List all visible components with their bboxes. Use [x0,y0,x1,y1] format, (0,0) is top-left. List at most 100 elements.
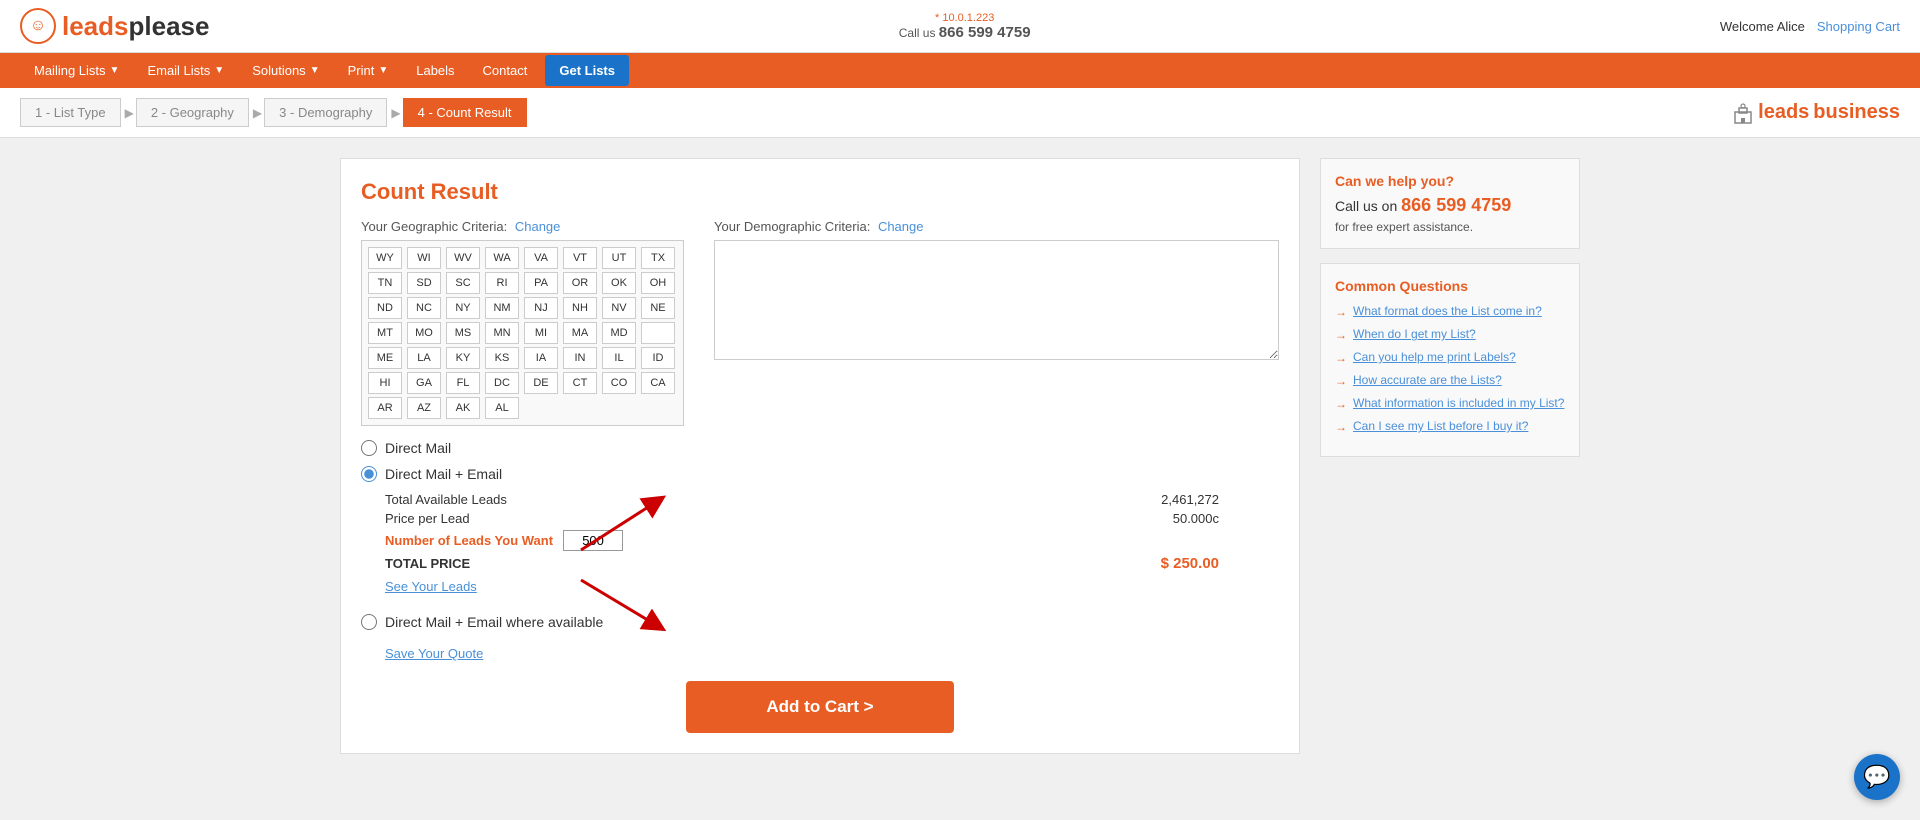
see-leads-link[interactable]: See Your Leads [385,579,477,594]
breadcrumb-step-3[interactable]: 3 - Demography [264,98,387,127]
logo-area: ☺ leadsplease [20,8,209,44]
help-call-text: Call us on [1335,198,1397,214]
state-cell-VT[interactable]: VT [563,247,597,269]
num-leads-input[interactable] [563,530,623,551]
nav-email-lists[interactable]: Email Lists ▼ [133,53,238,88]
state-cell-MN[interactable]: MN [485,322,519,344]
state-cell-TX[interactable]: TX [641,247,675,269]
state-cell-WA[interactable]: WA [485,247,519,269]
faq-item-5[interactable]: → Can I see my List before I buy it? [1335,419,1565,434]
state-cell-CA[interactable]: CA [641,372,675,394]
state-cell-WY[interactable]: WY [368,247,402,269]
call-info: Call us 866 599 4759 [899,24,1031,41]
nav-get-lists[interactable]: Get Lists [545,55,629,86]
faq-link-5[interactable]: Can I see my List before I buy it? [1353,419,1528,433]
state-cell-HI[interactable]: HI [368,372,402,394]
state-cell-NY[interactable]: NY [446,297,480,319]
total-price-value: $ 250.00 [1161,555,1219,572]
state-cell-VA[interactable]: VA [524,247,558,269]
state-cell-SD[interactable]: SD [407,272,441,294]
breadcrumb-step-1[interactable]: 1 - List Type [20,98,121,127]
state-cell-SC[interactable]: SC [446,272,480,294]
state-cell-ND[interactable]: ND [368,297,402,319]
geo-change-link[interactable]: Change [515,219,561,234]
add-to-cart-button[interactable]: Add to Cart > [686,681,953,733]
state-cell-CO[interactable]: CO [602,372,636,394]
state-cell-OR[interactable]: OR [563,272,597,294]
label-direct-mail-email-avail[interactable]: Direct Mail + Email where available [385,614,603,630]
state-cell-MO[interactable]: MO [407,322,441,344]
nav-mailing-lists[interactable]: Mailing Lists ▼ [20,53,133,88]
state-cell-AL[interactable]: AL [485,397,519,419]
state-cell-LA[interactable]: LA [407,347,441,369]
demographic-textarea[interactable] [714,240,1279,360]
state-cell-OK[interactable]: OK [602,272,636,294]
state-cell-ME[interactable]: ME [368,347,402,369]
state-cell-CT[interactable]: CT [563,372,597,394]
help-call: Call us on 866 599 4759 [1335,195,1565,216]
state-cell-IN[interactable]: IN [563,347,597,369]
state-cell-MA[interactable]: MA [563,322,597,344]
state-cell-DC[interactable]: DC [485,372,519,394]
faq-arrow-5: → [1335,420,1347,434]
nav-print[interactable]: Print ▼ [334,53,403,88]
state-cell-WI[interactable]: WI [407,247,441,269]
nav-solutions[interactable]: Solutions ▼ [238,53,333,88]
state-cell-MI[interactable]: MI [524,322,558,344]
breadcrumb-step-2[interactable]: 2 - Geography [136,98,249,127]
criteria-row: Your Geographic Criteria: Change WYWIWVW… [361,219,1279,426]
state-cell-PA[interactable]: PA [524,272,558,294]
faq-item-1[interactable]: →When do I get my List? [1335,327,1565,342]
radio-direct-mail[interactable] [361,440,377,456]
label-direct-mail[interactable]: Direct Mail [385,440,451,456]
faq-link-3[interactable]: How accurate are the Lists? [1353,373,1502,387]
faq-item-3[interactable]: →How accurate are the Lists? [1335,373,1565,388]
save-quote-link[interactable]: Save Your Quote [385,646,483,661]
state-cell-MT[interactable]: MT [368,322,402,344]
state-cell-MS[interactable]: MS [446,322,480,344]
state-cell-NC[interactable]: NC [407,297,441,319]
state-cell-NH[interactable]: NH [563,297,597,319]
nav-labels[interactable]: Labels [402,53,468,88]
radio-direct-mail-email[interactable] [361,466,377,482]
state-cell-OH[interactable]: OH [641,272,675,294]
shopping-cart-link[interactable]: Shopping Cart [1817,19,1900,34]
faq-link-2[interactable]: Can you help me print Labels? [1353,350,1516,364]
state-cell-IL[interactable]: IL [602,347,636,369]
state-cell-RI[interactable]: RI [485,272,519,294]
state-cell-GA[interactable]: GA [407,372,441,394]
state-cell-NM[interactable]: NM [485,297,519,319]
state-cell-AK[interactable]: AK [446,397,480,419]
faq-arrow-4: → [1335,397,1347,411]
state-cell-NV[interactable]: NV [602,297,636,319]
state-cell-ID[interactable]: ID [641,347,675,369]
state-cell-KY[interactable]: KY [446,347,480,369]
faq-link-4[interactable]: What information is included in my List? [1353,396,1564,410]
nav-contact[interactable]: Contact [469,53,542,88]
demo-change-link[interactable]: Change [878,219,924,234]
state-cell-TN[interactable]: TN [368,272,402,294]
state-cell-DE[interactable]: DE [524,372,558,394]
help-sub: for free expert assistance. [1335,220,1565,234]
state-cell-AR[interactable]: AR [368,397,402,419]
state-cell-FL[interactable]: FL [446,372,480,394]
state-cell-AZ[interactable]: AZ [407,397,441,419]
faq-item-4[interactable]: → What information is included in my List… [1335,396,1565,411]
breadcrumb-arrow-2: ▶ [253,106,262,120]
faq-link-0[interactable]: What format does the List come in? [1353,304,1542,318]
state-cell-MD[interactable]: MD [602,322,636,344]
lb-leads: leads [1758,101,1809,124]
breadcrumb-step-4[interactable]: 4 - Count Result [403,98,527,127]
state-cell-KS[interactable]: KS [485,347,519,369]
faq-item-0[interactable]: →What format does the List come in? [1335,304,1565,319]
state-cell-IA[interactable]: IA [524,347,558,369]
radio-direct-mail-email-avail[interactable] [361,614,377,630]
state-cell-NE[interactable]: NE [641,297,675,319]
state-cell-NJ[interactable]: NJ [524,297,558,319]
faq-item-2[interactable]: →Can you help me print Labels? [1335,350,1565,365]
label-direct-mail-email[interactable]: Direct Mail + Email [385,466,502,482]
state-cell-UT[interactable]: UT [602,247,636,269]
state-cell-WV[interactable]: WV [446,247,480,269]
chat-bubble[interactable]: 💬 [1854,754,1900,800]
faq-link-1[interactable]: When do I get my List? [1353,327,1476,341]
